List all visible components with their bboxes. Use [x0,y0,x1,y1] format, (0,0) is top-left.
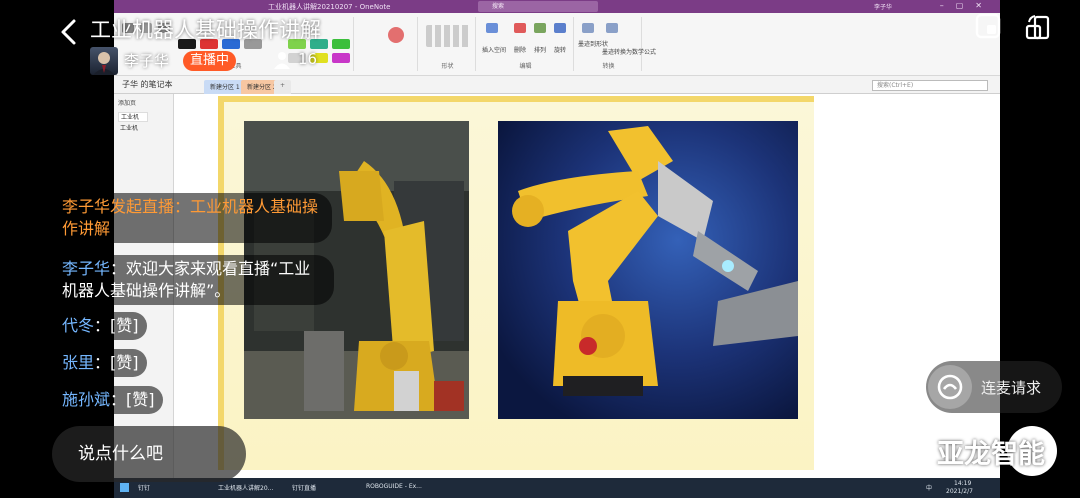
taskbar-date: 2021/2/7 [946,488,973,495]
avatar[interactable] [90,47,118,75]
ink-to-math-label: 墨迹转换为数学公式 [602,49,657,56]
page-list-item[interactable]: 工业机 [118,124,148,134]
chat-message: 代冬：[赞] [54,312,147,340]
robot-welding-illustration [498,121,798,419]
add-page-button[interactable]: 添加页 [118,98,136,107]
notebook-name[interactable]: 子华 的笔记本 [122,79,173,90]
highlighter-green-icon[interactable] [332,39,350,49]
watermark: 亚龙智能 [893,426,1057,476]
chat-message-text: 李子华发起直播：工业机器人基础操作讲解 [62,197,319,238]
comment-input[interactable]: 说点什么吧 [52,426,246,482]
page-list-item[interactable]: 工业机 [118,112,148,122]
ribbon-group-label: 编辑 [519,63,532,70]
watermark-text: 亚龙智能 [937,439,1045,470]
ribbon-group-label: 转换 [602,63,615,70]
wechat-icon [894,434,933,465]
ribbon-group-tools [358,17,418,71]
ribbon-group-convert: 墨迹到形状 墨迹转换为数学公式 转换 [576,17,656,71]
viewer-count: 16 [298,50,318,68]
taskbar-item[interactable]: ROBOGUIDE - Ex... [366,483,422,490]
onenote-window-title: 工业机器人讲解20210207 - OneNote [268,3,391,11]
ink-to-shape-icon[interactable] [582,23,594,33]
link-icon [928,365,972,409]
live-title: 工业机器人基础操作讲解 [90,18,321,42]
onenote-title-bar: 工业机器人讲解20210207 - OneNote 搜索 李子华 –▢✕ [114,0,1000,13]
taskbar-item[interactable]: 钉钉直播 [292,483,316,492]
window-controls-icon[interactable]: –▢✕ [940,1,994,10]
onenote-user-name: 李子华 [874,4,893,11]
robot-photo-welding [498,121,798,419]
shared-screen: 工业机器人讲解20210207 - OneNote 搜索 李子华 –▢✕ 工具 [114,0,1000,498]
status-badge: 直播中 [183,51,237,71]
chat-message: 张里：[赞] [54,349,147,377]
ribbon-group-shapes: 形状 [420,17,476,71]
chat-sender-name[interactable]: 代冬 [62,316,94,335]
onenote-tab-bar: 子华 的笔记本 新建分区 1 新建分区 2 + 搜索(Ctrl+E) [114,76,1000,94]
link-glyph [937,374,963,400]
taskbar-time: 14:19 [954,480,972,487]
delete-label: 删除 [514,47,527,54]
live-stream-view: 工业机器人讲解20210207 - OneNote 搜索 李子华 –▢✕ 工具 [0,0,1080,498]
connect-mic-button[interactable]: 连麦请求 [926,361,1062,413]
chat-message: 李子华：欢迎大家来观看直播“工业机器人基础操作讲解”。 [54,255,334,305]
delete-icon[interactable] [514,23,526,33]
taskbar-item[interactable]: 钉钉 [138,483,150,492]
windows-start-icon[interactable] [120,483,129,492]
chat-sender-name[interactable]: 张里 [62,353,94,372]
chat-message-text: ：[赞] [94,316,139,335]
host-avatar-icon [93,52,115,75]
picture-in-picture-icon[interactable] [975,13,1001,39]
back-arrow-icon[interactable] [58,18,80,46]
shapes-gallery-icon[interactable] [426,25,470,47]
color-wheel-icon[interactable] [388,27,404,43]
chat-message-text: ：[赞] [94,353,139,372]
host-name: 李子华 [124,52,170,70]
ribbon-group-edit: 插入空间 删除 排列 旋转 编辑 [478,17,574,71]
rotate-screen-icon[interactable] [1024,13,1052,41]
chat-sender-name[interactable]: 李子华 [62,259,110,278]
arrange-label: 排列 [534,47,547,54]
add-section-button[interactable]: + [274,80,292,94]
taskbar-item[interactable]: 工业机器人讲解20... [218,483,273,492]
chat-sender-name[interactable]: 施孙斌 [62,390,110,409]
onenote-search-box[interactable]: 搜索 [478,1,598,12]
ink-to-math-icon[interactable] [606,23,618,33]
chat-system-message: 李子华发起直播：工业机器人基础操作讲解 [54,193,332,243]
windows-taskbar: 钉钉 工业机器人讲解20... 钉钉直播 ROBOGUIDE - Ex... 中… [114,478,1000,498]
tab-section-1[interactable]: 新建分区 1 [204,80,246,94]
connect-mic-label: 连麦请求 [981,379,1042,397]
chat-message-text: ：[赞] [110,390,155,409]
insert-space-label: 插入空间 [482,47,507,54]
chat-message: 施孙斌：[赞] [54,386,163,414]
onenote-search-input[interactable]: 搜索(Ctrl+E) [872,80,988,91]
taskbar-ime[interactable]: 中 [926,483,932,492]
person-icon [274,52,290,69]
arrange-icon[interactable] [534,23,546,33]
rotate-label: 旋转 [554,47,567,54]
insert-space-icon[interactable] [486,23,498,33]
ribbon-group-label: 形状 [441,63,454,70]
rotate-icon[interactable] [554,23,566,33]
